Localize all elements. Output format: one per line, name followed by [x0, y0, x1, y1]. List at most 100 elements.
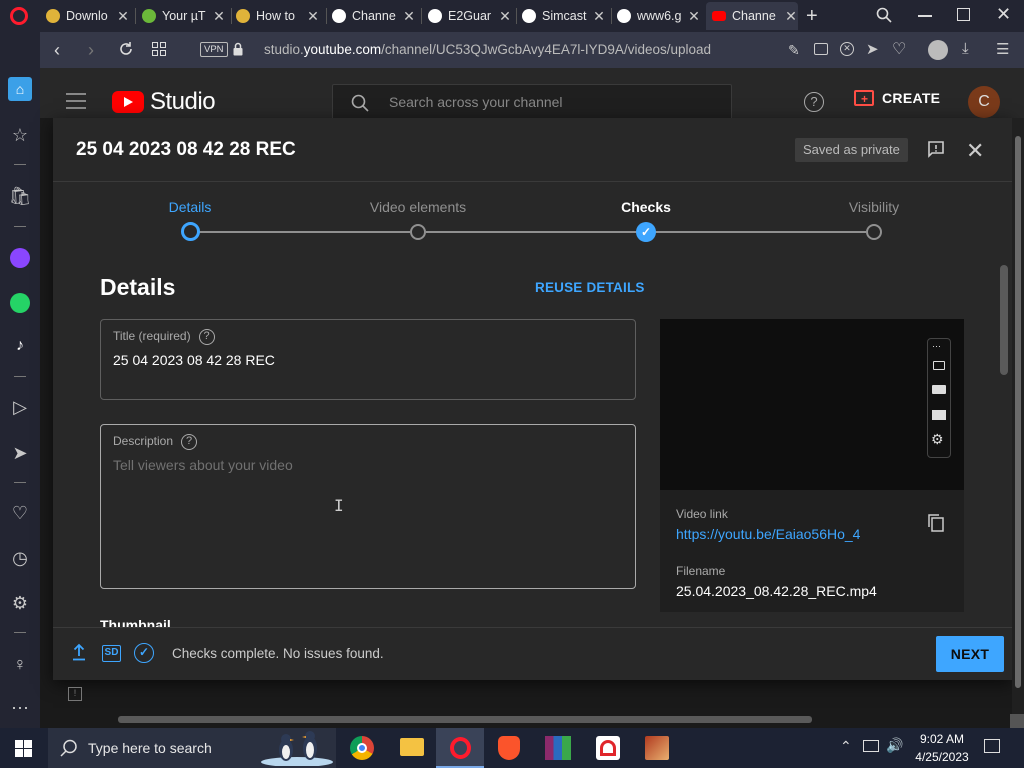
winrar-icon[interactable]: [545, 736, 571, 760]
studio-search-box[interactable]: Search across your channel: [332, 84, 732, 120]
pinboard-heart-icon[interactable]: ♡: [8, 501, 32, 525]
preview-settings-icon[interactable]: ⚙: [931, 431, 944, 448]
history-icon[interactable]: ◷: [8, 546, 32, 570]
search-tabs-icon[interactable]: [876, 7, 892, 23]
opera-menu-icon[interactable]: [10, 7, 28, 25]
close-dialog-icon[interactable]: ✕: [966, 138, 984, 164]
camera-icon[interactable]: [933, 361, 945, 370]
step-label-visibility[interactable]: Visibility: [849, 199, 899, 215]
whatsapp-icon[interactable]: [10, 293, 30, 313]
reload-icon[interactable]: [118, 41, 134, 57]
step-dot-video-elements[interactable]: [410, 224, 426, 240]
tray-chevron-icon[interactable]: ⌃: [840, 738, 852, 755]
pdf-reader-icon[interactable]: [596, 736, 620, 760]
tab-close-icon[interactable]: ✕: [782, 8, 798, 25]
settings-icon[interactable]: ⚙: [8, 591, 32, 615]
studio-menu-icon[interactable]: [66, 93, 86, 109]
video-record-icon[interactable]: [932, 385, 946, 394]
more-icon[interactable]: ⋯: [8, 696, 32, 720]
windows-start-icon[interactable]: [15, 740, 32, 757]
title-field[interactable]: Title (required)? 25 04 2023 08 42 28 RE…: [100, 319, 636, 400]
tab-3[interactable]: How to ✕: [236, 2, 320, 30]
video-link[interactable]: https://youtu.be/Eaiao56Ho_4: [676, 526, 860, 542]
step-label-checks[interactable]: Checks: [621, 199, 671, 215]
game-app-icon[interactable]: [645, 736, 669, 760]
step-label-details[interactable]: Details: [169, 199, 212, 215]
back-icon[interactable]: ‹: [54, 40, 60, 61]
create-button[interactable]: + CREATE: [854, 90, 940, 106]
bookmarks-icon[interactable]: ☆: [8, 123, 32, 147]
lock-icon[interactable]: [233, 42, 243, 56]
feedback-icon[interactable]: [927, 140, 945, 158]
tab-close-icon[interactable]: ✕: [114, 8, 130, 25]
file-explorer-icon[interactable]: [400, 738, 424, 756]
tab-4[interactable]: Channe ✕: [332, 2, 416, 30]
send-sidebar-icon[interactable]: ➤: [8, 441, 32, 465]
youtube-logo-icon[interactable]: [112, 91, 144, 113]
easy-setup-icon[interactable]: ☰: [996, 40, 1009, 58]
tab-close-icon[interactable]: ✕: [400, 8, 416, 25]
reuse-details-button[interactable]: REUSE DETAILS: [535, 280, 645, 295]
sd-badge[interactable]: SD: [102, 645, 121, 662]
download-icon[interactable]: ⤓: [962, 40, 969, 57]
tab-close-icon[interactable]: ✕: [210, 8, 226, 25]
player-icon[interactable]: ▷: [8, 395, 32, 419]
edit-icon[interactable]: ✎: [788, 42, 800, 59]
tab-close-icon[interactable]: ✕: [590, 8, 606, 25]
tab-2[interactable]: Your µT ✕: [142, 2, 226, 30]
copy-link-icon[interactable]: [928, 514, 944, 532]
step-check-icon[interactable]: ✓: [636, 222, 656, 242]
preview-more-icon[interactable]: ⋯: [932, 341, 941, 352]
opera-icon[interactable]: [450, 737, 471, 759]
description-field[interactable]: Description? Tell viewers about your vid…: [100, 424, 636, 589]
close-window-icon[interactable]: ✕: [996, 4, 1011, 25]
snapshot-icon[interactable]: [814, 43, 828, 55]
page-feedback-icon[interactable]: !: [68, 687, 82, 701]
minimize-icon[interactable]: [918, 15, 932, 17]
step-label-video-elements[interactable]: Video elements: [370, 199, 466, 215]
tab-5[interactable]: E2Guar ✕: [428, 2, 512, 30]
clock-date[interactable]: 4/25/2023: [910, 750, 974, 764]
tab-1[interactable]: Downlo ✕: [46, 2, 130, 30]
tips-icon[interactable]: ♀: [8, 652, 32, 676]
shopping-icon[interactable]: 🛍: [8, 184, 32, 208]
help-icon[interactable]: ?: [804, 92, 824, 112]
avatar[interactable]: C: [968, 86, 1000, 118]
tab-close-icon[interactable]: ✕: [685, 8, 701, 25]
heart-icon[interactable]: ♡: [892, 39, 906, 59]
network-icon[interactable]: [863, 740, 879, 752]
title-help-icon[interactable]: ?: [198, 329, 215, 345]
step-dot-visibility[interactable]: [866, 224, 882, 240]
forward-icon[interactable]: ›: [88, 40, 94, 61]
chrome-icon[interactable]: [350, 736, 374, 760]
tab-close-icon[interactable]: ✕: [304, 8, 320, 25]
brave-icon[interactable]: [498, 736, 520, 760]
vpn-badge[interactable]: VPN: [200, 42, 228, 57]
profile-icon[interactable]: [928, 40, 948, 60]
tab-6[interactable]: Simcast ✕: [522, 2, 606, 30]
speed-dial-icon[interactable]: [152, 42, 166, 56]
dialog-scrollbar[interactable]: [1000, 265, 1008, 375]
volume-icon[interactable]: 🔊: [886, 737, 903, 754]
upload-status-icon[interactable]: [72, 643, 86, 661]
send-icon[interactable]: ➤: [866, 40, 879, 58]
window-icon[interactable]: [932, 410, 946, 420]
block-icon[interactable]: ✕: [840, 42, 854, 56]
tab-8-active[interactable]: Channe ✕: [706, 2, 798, 30]
messenger-icon[interactable]: [10, 248, 30, 268]
step-dot-details[interactable]: [181, 222, 200, 241]
next-button[interactable]: NEXT: [936, 636, 1004, 672]
notification-icon[interactable]: [984, 739, 1000, 753]
restore-icon[interactable]: [957, 8, 970, 21]
video-preview[interactable]: [660, 319, 964, 490]
page-scrollbar-thumb[interactable]: [1015, 136, 1021, 688]
description-help-icon[interactable]: ?: [181, 434, 198, 450]
tab-close-icon[interactable]: ✕: [496, 8, 512, 25]
title-field-value[interactable]: 25 04 2023 08 42 28 REC: [113, 352, 275, 368]
clock-time[interactable]: 9:02 AM: [910, 732, 974, 746]
new-tab-icon[interactable]: +: [806, 5, 818, 28]
url-text[interactable]: studio.youtube.com/channel/UC53QJwGcbAvy…: [264, 42, 711, 57]
page-horizontal-scrollbar[interactable]: [118, 716, 812, 723]
tiktok-icon[interactable]: ♪: [8, 334, 32, 358]
tab-7[interactable]: www6.g ✕: [617, 2, 701, 30]
